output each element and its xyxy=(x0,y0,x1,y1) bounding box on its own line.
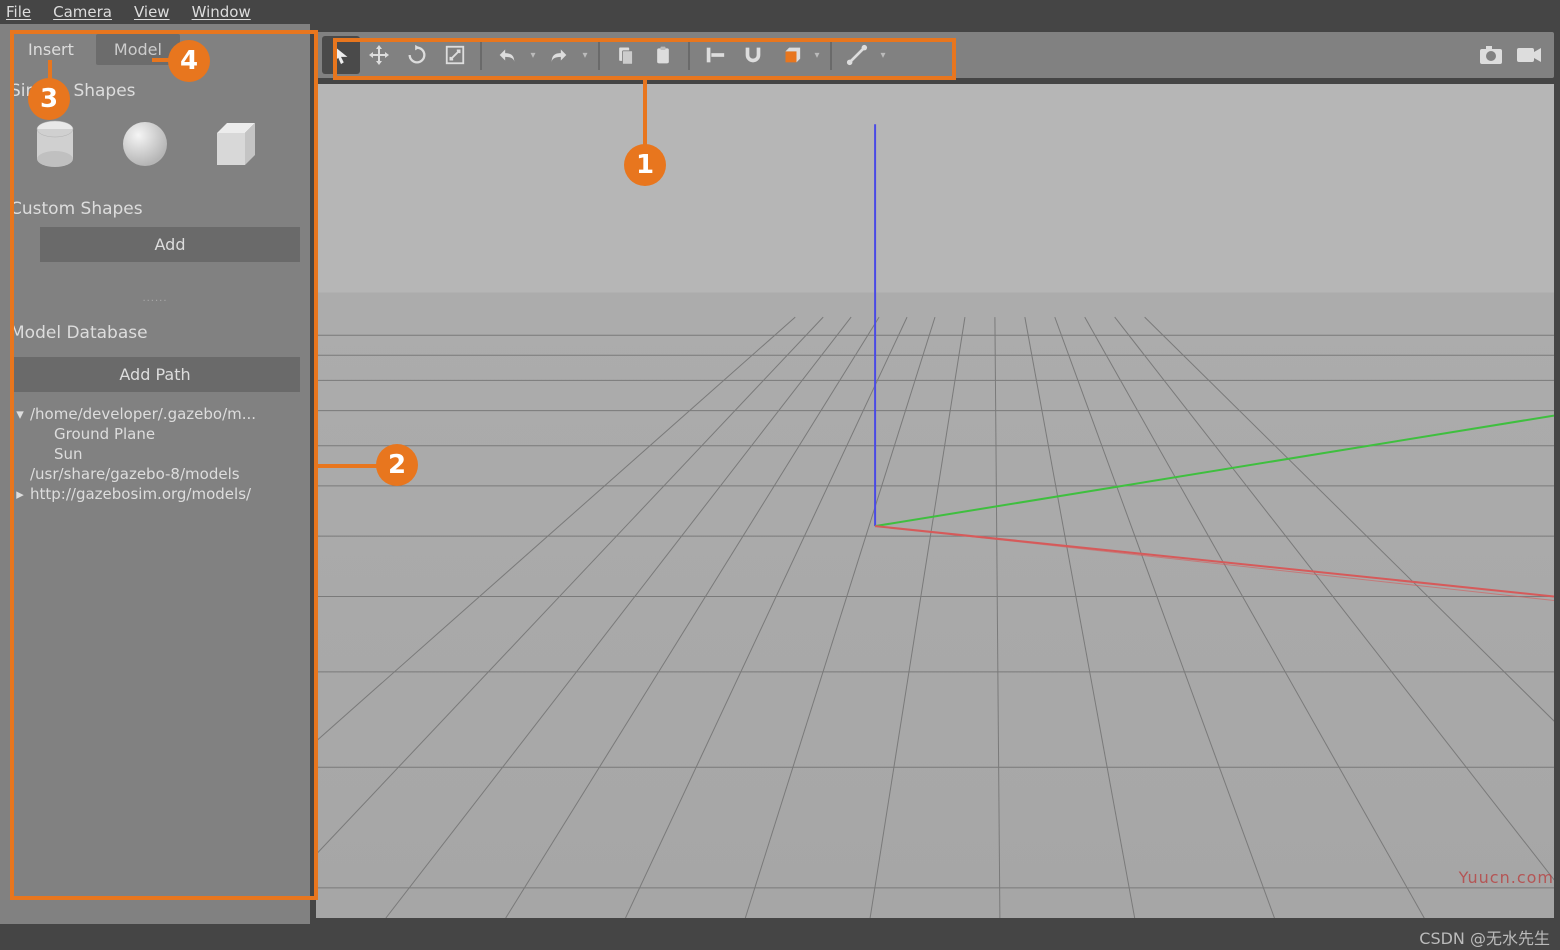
undo-dropdown[interactable]: ▾ xyxy=(526,50,540,61)
select-tool[interactable] xyxy=(322,36,360,74)
joint-dropdown[interactable]: ▾ xyxy=(876,50,890,61)
menu-view[interactable]: View xyxy=(134,3,170,21)
joint-tool[interactable] xyxy=(838,36,876,74)
view-tool[interactable] xyxy=(772,36,810,74)
redo-dropdown[interactable]: ▾ xyxy=(578,50,592,61)
toolbar-separator xyxy=(598,40,600,70)
simple-shapes-row xyxy=(10,109,300,191)
toolbar-separator xyxy=(688,40,690,70)
copy-button[interactable] xyxy=(606,36,644,74)
paste-button[interactable] xyxy=(644,36,682,74)
viewport-column: ▾ ▾ ▾ xyxy=(310,24,1560,924)
status-text: CSDN @无水先生 xyxy=(1419,925,1550,949)
simple-shapes-label: Simple Shapes xyxy=(10,81,300,101)
scale-tool[interactable] xyxy=(436,36,474,74)
tree-item-path-usr[interactable]: /usr/share/gazebo-8/models xyxy=(10,464,300,484)
tab-bar: Insert Model xyxy=(10,34,300,65)
model-database-label: Model Database xyxy=(10,323,300,343)
left-panel: Insert Model Simple Shapes xyxy=(0,24,310,924)
toolbar-separator xyxy=(830,40,832,70)
status-bar: CSDN @无水先生 xyxy=(0,924,1560,950)
cylinder-icon[interactable] xyxy=(28,117,82,171)
chevron-right-icon: ▸ xyxy=(10,485,30,503)
tab-model[interactable]: Model xyxy=(96,34,180,65)
tab-insert[interactable]: Insert xyxy=(10,34,92,65)
chevron-down-icon: ▾ xyxy=(10,405,30,423)
record-button[interactable] xyxy=(1510,36,1548,74)
add-button[interactable]: Add xyxy=(40,227,300,262)
toolbar: ▾ ▾ ▾ xyxy=(316,32,1554,78)
model-tree: ▾ /home/developer/.gazebo/m... Ground Pl… xyxy=(10,404,300,504)
menu-file[interactable]: File xyxy=(6,3,31,21)
translate-tool[interactable] xyxy=(360,36,398,74)
y-axis xyxy=(875,416,1554,527)
redo-button[interactable] xyxy=(540,36,578,74)
box-icon[interactable] xyxy=(208,117,262,171)
menu-window[interactable]: Window xyxy=(192,3,251,21)
sphere-icon[interactable] xyxy=(118,117,172,171)
tree-item-sun[interactable]: Sun xyxy=(10,444,300,464)
menu-bar: File Camera View Window xyxy=(0,0,1560,24)
toolbar-separator xyxy=(480,40,482,70)
snap-tool[interactable] xyxy=(734,36,772,74)
custom-shapes-label: Custom Shapes xyxy=(10,199,300,219)
view-dropdown[interactable]: ▾ xyxy=(810,50,824,61)
screenshot-button[interactable] xyxy=(1472,36,1510,74)
rotate-tool[interactable] xyxy=(398,36,436,74)
align-tool[interactable] xyxy=(696,36,734,74)
tree-item-path-home[interactable]: ▾ /home/developer/.gazebo/m... xyxy=(10,404,300,424)
tree-item-path-web[interactable]: ▸ http://gazebosim.org/models/ xyxy=(10,484,300,504)
tree-item-ground-plane[interactable]: Ground Plane xyxy=(10,424,300,444)
divider-dots: ······ xyxy=(10,296,300,307)
add-path-button[interactable]: Add Path xyxy=(10,357,300,392)
viewport-3d[interactable] xyxy=(316,84,1554,918)
menu-camera[interactable]: Camera xyxy=(53,3,112,21)
undo-button[interactable] xyxy=(488,36,526,74)
